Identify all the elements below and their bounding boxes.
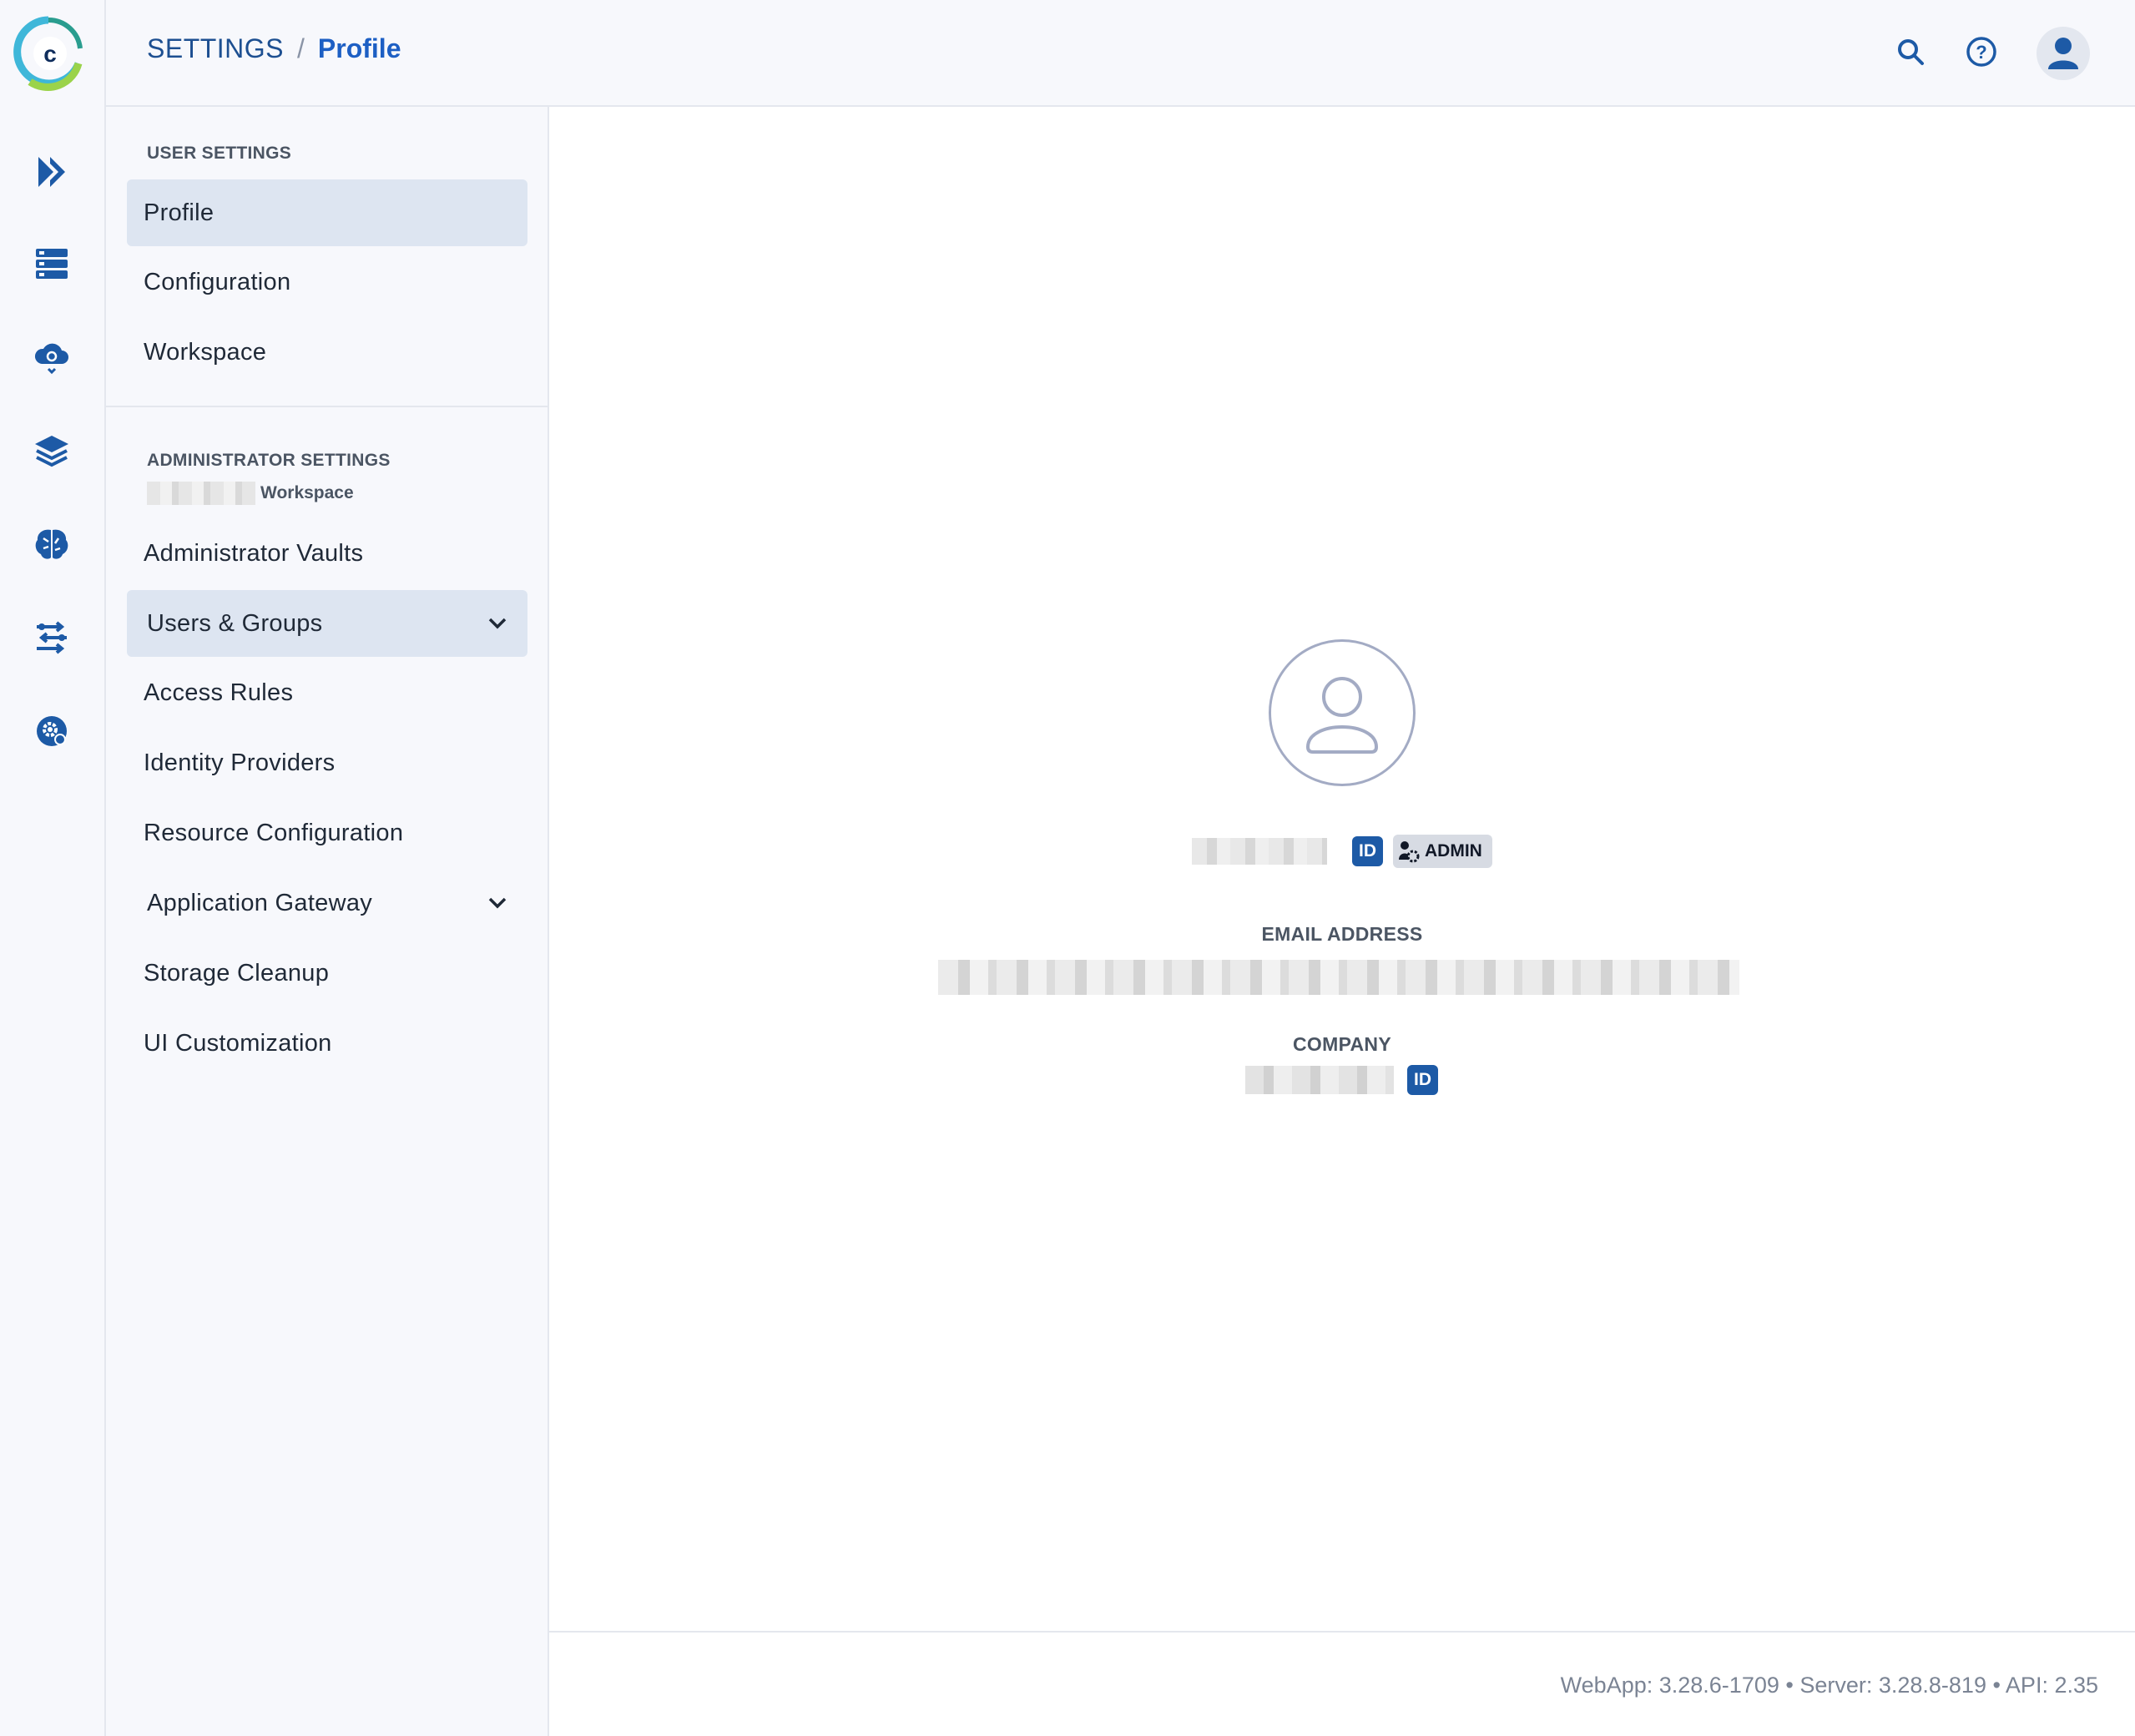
brain-icon[interactable] bbox=[30, 522, 73, 566]
chevron-down-icon[interactable] bbox=[486, 891, 509, 915]
model-layers-icon[interactable] bbox=[30, 429, 73, 472]
search-icon[interactable] bbox=[1889, 30, 1932, 73]
page-footer: WebApp: 3.28.6-1709 • Server: 3.28.8-819… bbox=[549, 1631, 2135, 1736]
sidebar-item-label: Storage Cleanup bbox=[144, 959, 330, 987]
breadcrumb: SETTINGS / Profile bbox=[147, 33, 401, 64]
sidebar-item-label: Administrator Vaults bbox=[144, 539, 364, 567]
sidebar-item-configuration[interactable]: Configuration bbox=[127, 249, 527, 315]
icon-rail: c bbox=[0, 0, 106, 1736]
version-info: WebApp: 3.28.6-1709 • Server: 3.28.8-819… bbox=[1560, 1673, 2098, 1698]
pipelines-icon[interactable] bbox=[30, 150, 73, 194]
admin-role-badge: ADMIN bbox=[1393, 835, 1492, 868]
admin-workspace-suffix: Workspace bbox=[260, 483, 354, 502]
user-avatar-icon[interactable] bbox=[2037, 27, 2090, 80]
sidebar-item-access-rules[interactable]: Access Rules bbox=[127, 659, 527, 726]
sidebar-item-label: Users & Groups bbox=[147, 609, 323, 637]
sidebar-item-ui-customization[interactable]: UI Customization bbox=[127, 1010, 527, 1077]
company-label: COMPANY bbox=[1293, 1033, 1391, 1055]
redacted-email-address bbox=[938, 960, 1739, 995]
top-header: SETTINGS / Profile ? bbox=[106, 0, 2135, 107]
sidebar-item-label: Workspace bbox=[144, 338, 267, 366]
sidebar-item-label: Access Rules bbox=[144, 679, 294, 706]
svg-text:?: ? bbox=[1976, 42, 1986, 63]
admin-role-label: ADMIN bbox=[1425, 841, 1482, 860]
company-id-badge[interactable]: ID bbox=[1407, 1065, 1438, 1095]
breadcrumb-current: Profile bbox=[317, 33, 401, 63]
breadcrumb-separator: / bbox=[297, 33, 305, 63]
chevron-down-icon[interactable] bbox=[486, 612, 509, 635]
app-root: c SETTINGS / Profile ? USER SETTINGS Pro… bbox=[0, 0, 2135, 1736]
admin-settings-label: ADMINISTRATOR SETTINGS bbox=[147, 451, 391, 470]
sidebar-item-users-groups[interactable]: Users & Groups bbox=[127, 590, 527, 657]
profile-main-panel: ID ADMIN EMAIL ADDRESS COMPANY ID bbox=[549, 107, 2135, 1631]
sidebar-item-storage-cleanup[interactable]: Storage Cleanup bbox=[127, 940, 527, 1007]
datasets-icon[interactable] bbox=[30, 242, 73, 285]
email-address-label: EMAIL ADDRESS bbox=[1261, 923, 1423, 945]
help-icon[interactable]: ? bbox=[1960, 30, 2003, 73]
company-row: ID bbox=[1245, 1065, 1438, 1095]
profile-avatar-icon bbox=[1269, 639, 1416, 786]
user-settings-label: USER SETTINGS bbox=[147, 144, 292, 163]
breadcrumb-settings-link[interactable]: SETTINGS bbox=[147, 33, 284, 64]
sidebar-item-label: Identity Providers bbox=[144, 749, 336, 776]
user-id-badge[interactable]: ID bbox=[1352, 836, 1383, 866]
redacted-workspace-name bbox=[147, 482, 255, 505]
cloud-compute-icon[interactable] bbox=[30, 336, 73, 379]
sidebar-item-identity-providers[interactable]: Identity Providers bbox=[127, 729, 527, 796]
admin-user-gear-icon bbox=[1399, 841, 1420, 863]
sidebar-item-label: Profile bbox=[144, 199, 215, 226]
redacted-user-name bbox=[1192, 838, 1327, 865]
sidebar-item-label: UI Customization bbox=[144, 1029, 332, 1057]
redacted-company-name bbox=[1245, 1066, 1394, 1094]
svg-text:c: c bbox=[43, 41, 57, 67]
sidebar-item-resource-configuration[interactable]: Resource Configuration bbox=[127, 800, 527, 866]
brand-logo-icon[interactable]: c bbox=[13, 15, 83, 93]
sidebar-divider bbox=[106, 406, 549, 407]
sidebar-item-label: Configuration bbox=[144, 268, 291, 295]
settings-gear-icon[interactable] bbox=[30, 709, 73, 753]
sidebar-item-workspace[interactable]: Workspace bbox=[127, 319, 527, 386]
profile-name-row: ID ADMIN bbox=[1192, 835, 1492, 868]
sidebar-item-application-gateway[interactable]: Application Gateway bbox=[127, 870, 527, 936]
sidebar-item-label: Application Gateway bbox=[147, 889, 373, 916]
settings-sidebar: USER SETTINGS Profile Configuration Work… bbox=[106, 107, 549, 1736]
admin-workspace-name: Workspace bbox=[147, 482, 354, 505]
sidebar-item-label: Resource Configuration bbox=[144, 819, 404, 846]
orchestration-icon[interactable] bbox=[30, 616, 73, 659]
sidebar-item-profile[interactable]: Profile bbox=[127, 179, 527, 246]
sidebar-item-administrator-vaults[interactable]: Administrator Vaults bbox=[127, 520, 527, 587]
